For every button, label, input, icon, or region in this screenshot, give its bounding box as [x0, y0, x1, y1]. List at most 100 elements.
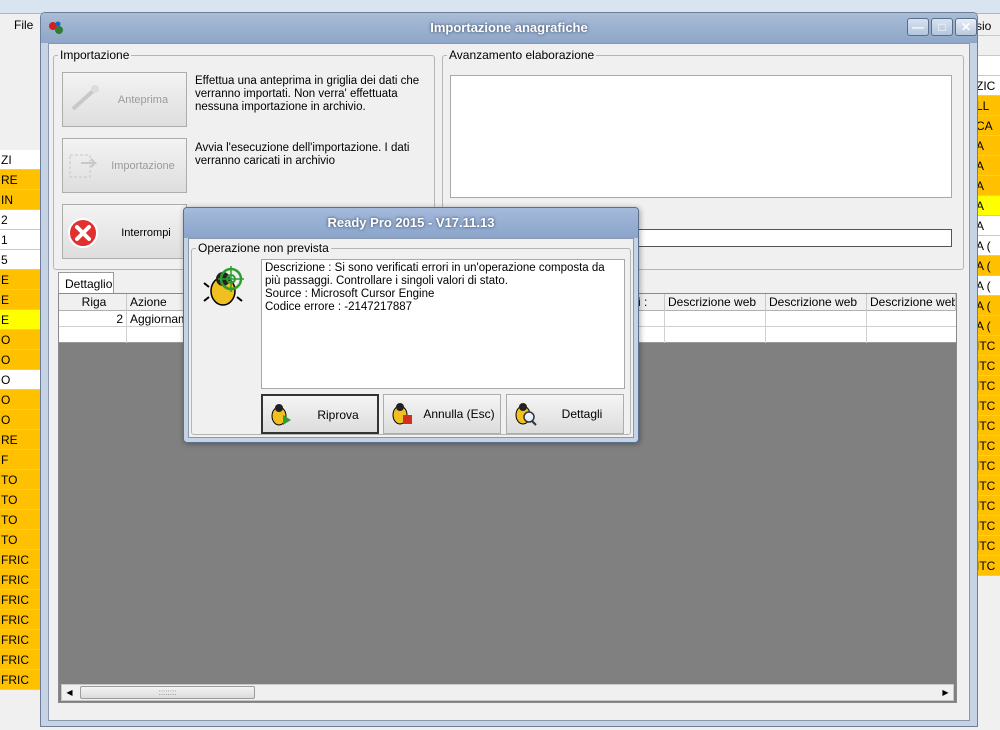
background-cell-left: 5 [0, 250, 40, 270]
background-cell-right: ITC [975, 376, 1000, 396]
progress-log [450, 75, 952, 198]
cell-azione: Aggiorname [127, 311, 187, 327]
background-cell-left: O [0, 370, 40, 390]
import-group-legend: Importazione [60, 48, 130, 62]
background-cell-right: sio [975, 16, 1000, 36]
col-azione[interactable]: Azione [127, 294, 187, 311]
dialog-body: Operazione non prevista Descrizione : Si… [188, 238, 634, 438]
cancel-button-label: Annulla (Esc) [423, 407, 495, 421]
bug-search-icon [515, 403, 537, 426]
preview-button-label: Anteprima [117, 94, 169, 106]
background-cell-left: FRIC [0, 550, 40, 570]
background-cell-right: ITC [975, 456, 1000, 476]
background-cell-right: ITC [975, 416, 1000, 436]
window-titlebar: Importazione anagrafiche — □ ✕ [41, 13, 977, 43]
background-cell-right: ITC [975, 356, 1000, 376]
background-cell-right: A ( [975, 276, 1000, 296]
import-button[interactable]: Importazione [62, 138, 187, 193]
background-grid-left: ZI RE IN 2 1 5 E E E O O O O O RE F TO TO TO TO FRIC FRIC FRIC… [0, 150, 40, 690]
background-cell-left: TO [0, 510, 40, 530]
col-descrizione-web-1[interactable]: Descrizione web [665, 294, 766, 311]
background-cell-left: E [0, 270, 40, 290]
background-cell-left: O [0, 390, 40, 410]
scroll-left-icon[interactable]: ◀ [63, 686, 76, 699]
background-cell-left: 1 [0, 230, 40, 250]
background-cell-right: A ( [975, 256, 1000, 276]
background-cell-left: O [0, 350, 40, 370]
import-button-label: Importazione [111, 160, 175, 172]
magic-wand-icon [71, 85, 99, 111]
background-cell-right: ITC [975, 556, 1000, 576]
background-cell-left: E [0, 290, 40, 310]
background-cell-right: ITC [975, 496, 1000, 516]
background-grid-right: sio ZIC LL CA A A A A A A (A (A (A (A (ITC ITC ITC I… [975, 16, 1000, 576]
background-cell-right: ITC [975, 536, 1000, 556]
details-button[interactable]: Dettagli [506, 394, 624, 434]
minimize-button[interactable]: — [907, 18, 929, 36]
scrollbar-thumb[interactable]: :::::::: [80, 686, 255, 699]
background-cell-left: TO [0, 470, 40, 490]
background-cell-left: F [0, 450, 40, 470]
background-cell-left: RE [0, 170, 40, 190]
preview-description: Effettua una anteprima in griglia dei da… [195, 75, 420, 113]
stop-button[interactable]: Interrompi [62, 204, 187, 259]
background-cell-right: ITC [975, 396, 1000, 416]
background-cell-left: TO [0, 530, 40, 550]
bug-stop-icon [392, 403, 412, 425]
preview-button[interactable]: Anteprima [62, 72, 187, 127]
col-descrizione-web-2[interactable]: Descrizione web [766, 294, 867, 311]
background-cell-right: ZIC [975, 76, 1000, 96]
background-cell-right: ITC [975, 476, 1000, 496]
background-cell-left: TO [0, 490, 40, 510]
background-cell-left: FRIC [0, 590, 40, 610]
background-cell-left: FRIC [0, 670, 40, 690]
background-cell-left: O [0, 410, 40, 430]
background-cell-right: A [975, 216, 1000, 236]
background-cell-right: A [975, 156, 1000, 176]
background-cell-left: E [0, 310, 40, 330]
cell-riga: 2 [59, 311, 127, 327]
close-button[interactable]: ✕ [955, 18, 977, 36]
background-cell-right: ITC [975, 336, 1000, 356]
cancel-button[interactable]: Annulla (Esc) [383, 394, 501, 434]
background-cell-right: A [975, 196, 1000, 216]
background-cell-left: FRIC [0, 610, 40, 630]
background-cell-left: O [0, 330, 40, 350]
col-descrizione-web-3[interactable]: Descrizione web [867, 294, 956, 311]
background-cell-right: A [975, 136, 1000, 156]
import-description: Avvia l'esecuzione dell'importazione. I … [195, 142, 410, 167]
details-button-label: Dettagli [561, 407, 603, 421]
background-cell-right: A [975, 176, 1000, 196]
retry-button[interactable]: Riprova [261, 394, 379, 434]
retry-button-label: Riprova [317, 408, 359, 422]
background-cell-left: 2 [0, 210, 40, 230]
background-cell-left: FRIC [0, 630, 40, 650]
menu-file[interactable]: File [14, 18, 33, 32]
maximize-button[interactable]: □ [931, 18, 953, 36]
background-cell-right: A ( [975, 236, 1000, 256]
progress-group-legend: Avanzamento elaborazione [449, 48, 595, 62]
window-title: Importazione anagrafiche [430, 20, 588, 35]
tab-detail[interactable]: Dettaglio [58, 272, 114, 294]
background-cell-right: A ( [975, 296, 1000, 316]
background-cell-left: FRIC [0, 650, 40, 670]
scroll-right-icon[interactable]: ▶ [939, 686, 952, 699]
background-cell-left: FRIC [0, 570, 40, 590]
background-cell-right [975, 36, 1000, 56]
stop-icon [68, 218, 98, 248]
stop-button-label: Interrompi [121, 227, 171, 239]
error-message: Descrizione : Si sono verificati errori … [261, 259, 625, 389]
background-cell-right: LL [975, 96, 1000, 116]
dialog-title: Ready Pro 2015 - V17.11.13 [184, 208, 638, 238]
background-cell-left: ZI [0, 150, 40, 170]
horizontal-scrollbar[interactable]: ◀ :::::::: ▶ [61, 684, 954, 701]
col-riga[interactable]: Riga [59, 294, 127, 311]
bug-play-icon [271, 404, 291, 426]
error-dialog: Ready Pro 2015 - V17.11.13 Operazione no… [183, 207, 639, 443]
bug-target-icon [203, 266, 244, 306]
background-cell-left: RE [0, 430, 40, 450]
import-icon [69, 154, 98, 178]
background-cell-right: CA [975, 116, 1000, 136]
background-cell-right: ITC [975, 516, 1000, 536]
background-cell-right: ITC [975, 436, 1000, 456]
